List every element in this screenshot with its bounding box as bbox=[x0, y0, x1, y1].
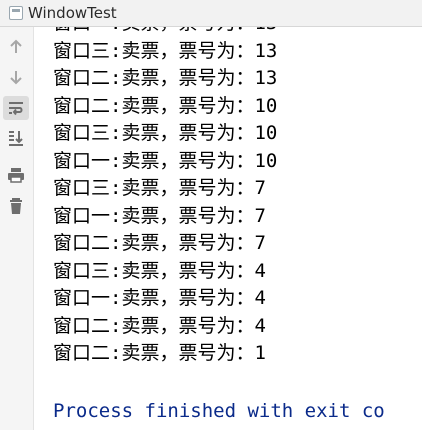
soft-wrap-icon bbox=[9, 102, 23, 116]
output-line: 窗口三:卖票，票号为：13 bbox=[53, 39, 278, 62]
soft-wrap-button[interactable] bbox=[3, 96, 29, 120]
clear-all-button[interactable] bbox=[3, 194, 29, 218]
output-line: 窗口一:卖票，票号为：7 bbox=[53, 204, 266, 227]
scroll-to-end-icon bbox=[9, 131, 23, 146]
output-line: 窗口三:卖票，票号为：10 bbox=[53, 122, 278, 144]
output-line: 窗口三:卖票，票号为：4 bbox=[53, 259, 266, 282]
output-line: 窗口二:卖票，票号为：7 bbox=[53, 232, 266, 254]
print-button[interactable] bbox=[3, 163, 29, 187]
tab-title: WindowTest bbox=[28, 4, 117, 22]
output-lines: 窗口一:卖票，票号为：13 窗口三:卖票，票号为：13 窗口二:卖票，票号为：1… bbox=[53, 27, 277, 368]
print-icon bbox=[8, 168, 24, 183]
arrow-up-icon bbox=[10, 39, 22, 53]
trash-icon bbox=[10, 198, 22, 214]
output-line: 窗口二:卖票，票号为：10 bbox=[53, 94, 278, 117]
output-line: 窗口二:卖票，票号为：4 bbox=[53, 314, 266, 337]
scroll-to-end-button[interactable] bbox=[3, 126, 29, 150]
output-line: 窗口二:卖票，票号为：1 bbox=[53, 342, 266, 364]
tab-window-test[interactable]: WindowTest bbox=[2, 0, 131, 26]
process-finished-message: Process finished with exit co bbox=[53, 400, 385, 422]
console-tab-icon bbox=[9, 6, 23, 20]
arrow-down-icon bbox=[10, 71, 22, 85]
output-line: 窗口一:卖票，票号为：10 bbox=[53, 149, 278, 172]
tab-bar: WindowTest bbox=[0, 0, 422, 27]
output-line: 窗口三:卖票，票号为：7 bbox=[53, 177, 266, 199]
output-line: 窗口二:卖票，票号为：13 bbox=[53, 67, 278, 89]
output-line: 窗口一:卖票，票号为：13 bbox=[53, 27, 277, 38]
output-line: 窗口一:卖票，票号为：4 bbox=[53, 287, 266, 309]
down-button[interactable] bbox=[3, 65, 29, 89]
up-button[interactable] bbox=[3, 35, 29, 59]
console-toolbar bbox=[0, 27, 34, 430]
console-output[interactable]: 窗口一:卖票，票号为：13 窗口三:卖票，票号为：13 窗口二:卖票，票号为：1… bbox=[34, 27, 422, 430]
